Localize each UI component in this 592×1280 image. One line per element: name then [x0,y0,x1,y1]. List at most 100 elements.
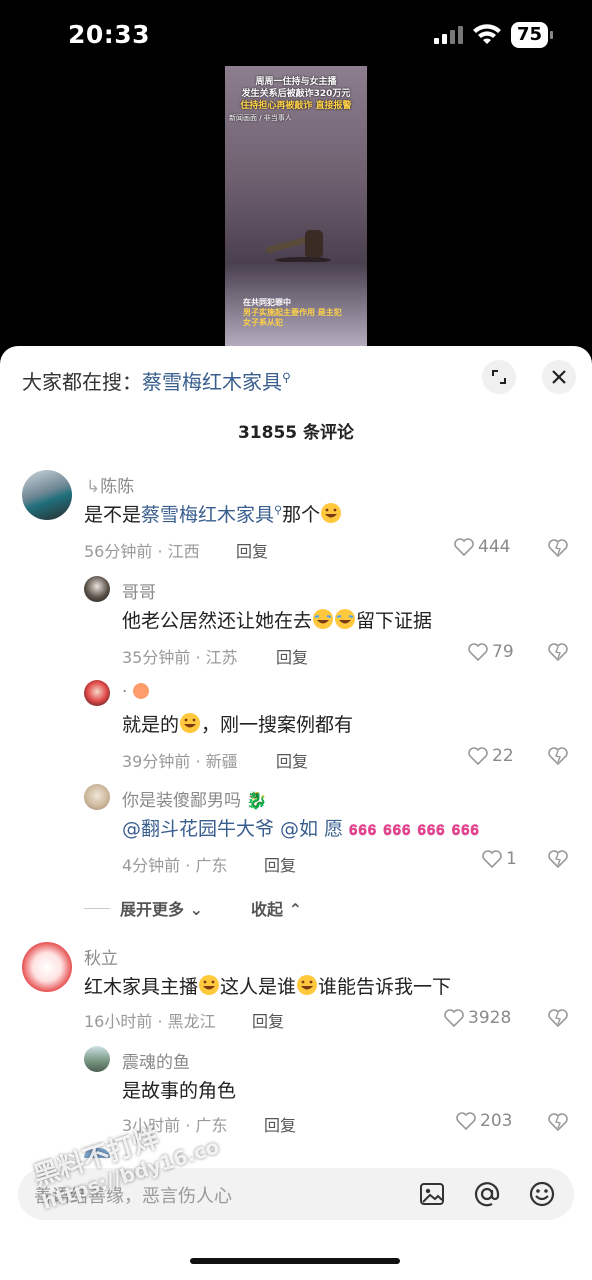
reply-button[interactable]: 回复 [236,538,268,562]
wifi-icon [472,24,501,44]
laugh-emoji-icon [198,974,220,996]
comment-meta: 3小时前 · 广东 [122,1116,228,1135]
comment-sheet: 大家都在搜：蔡雪梅红木家具⚲ 31855 条评论 ↳陈陈 是不是蔡雪梅红木家具⚲… [0,346,592,1280]
search-icon: ⚲ [282,370,291,385]
crying-laugh-emoji-icon [334,608,356,630]
heart-icon [468,747,488,765]
like-button[interactable]: 444 [454,537,510,557]
comment-text[interactable]: 是故事的角色 [122,1076,236,1103]
laugh-emoji-icon [296,974,318,996]
avatar[interactable] [22,942,72,992]
heart-icon [444,1009,464,1027]
at-mention-icon[interactable] [473,1180,501,1208]
expand-button[interactable] [482,360,516,394]
reply-arrow-icon: ↳ [86,477,101,497]
comment-text-part: ，刚一搜案例都有 [201,714,354,736]
dislike-icon[interactable] [548,1112,568,1132]
close-icon [552,370,566,384]
comment-text[interactable]: @翻斗花园牛大爷 @如 愿 𝟔𝟔𝟔 𝟔𝟔𝟔 𝟔𝟔𝟔 𝟔𝟔𝟔 [122,814,480,841]
avatar[interactable] [84,1148,110,1158]
avatar[interactable] [22,470,72,520]
comment-author-name[interactable]: 秋立 [84,944,118,969]
comment-text-part: 是不是 [84,504,142,526]
reply-button[interactable]: 回复 [276,748,308,772]
comment-author-name: 陈陈 [100,477,135,497]
comment-author-name: 你是装傻鄙男吗 [122,791,241,811]
like-button[interactable]: 79 [468,642,514,662]
peach-emoji-icon [132,683,149,699]
comment-count: 31855 条评论 [237,423,355,443]
laugh-emoji-icon [179,712,201,734]
comment-meta: 39分钟前 · 新疆 [122,752,238,771]
video-caption-line: 周周一住持与女主播 [255,77,337,87]
video-subtitle-line: 男子实施起主要作用 是主犯 [243,308,342,317]
dislike-icon[interactable] [548,538,568,558]
avatar[interactable] [84,1046,110,1072]
like-button[interactable]: 1 [482,849,517,869]
comment-input-placeholder: 善语结善缘，恶言伤人心 [34,1186,232,1207]
expand-more-button[interactable]: 展开更多 ⌄ [120,896,203,920]
dislike-icon[interactable] [548,642,568,662]
expand-collapse-row: 展开更多 ⌄ 收起 ⌃ [84,896,302,920]
search-suggestion-link[interactable]: 蔡雪梅红木家具 [142,370,282,394]
heart-icon [456,1112,476,1130]
video-subtitle: 在共同犯罪中 男子实施起主要作用 是主犯 女子系从犯 [243,298,342,328]
like-button[interactable]: 203 [456,1111,512,1131]
comment-text-part: 红木家具主播 [84,976,199,998]
comment-text-part: 他老公居然还让她在去 [122,610,313,632]
chevron-down-icon: ⌄ [189,900,203,919]
like-button[interactable]: 22 [468,746,514,766]
reply-button[interactable]: 回复 [276,644,308,668]
like-count: 1 [506,849,517,869]
video-player[interactable]: 周周一住持与女主播 发生关系后被敲诈320万元 住持担心再被敲诈 直接报警 新闻… [225,66,367,348]
avatar[interactable] [84,680,110,706]
dislike-icon[interactable] [548,746,568,766]
expand-icon [492,370,506,384]
comment-text[interactable]: 红木家具主播 这人是谁 谁能告诉我一下 [84,972,451,999]
reply-button[interactable]: 回复 [264,1112,296,1136]
laugh-emoji-icon [320,502,342,524]
comment-text[interactable]: 就是的 ，刚一搜案例都有 [122,710,353,737]
comment-author[interactable]: · [122,682,149,702]
like-count: 79 [492,642,514,662]
image-icon[interactable] [418,1180,446,1208]
collapse-label: 收起 [251,900,284,919]
comment-author-name[interactable]: 哥哥 [122,578,156,603]
avatar[interactable] [84,576,110,602]
home-indicator[interactable] [190,1258,400,1264]
comment-input[interactable]: 善语结善缘，恶言伤人心 [18,1168,574,1220]
dislike-icon[interactable] [548,1008,568,1028]
chevron-up-icon: ⌃ [288,900,302,919]
reply-button[interactable]: 回复 [264,852,296,876]
like-count: 203 [480,1111,513,1131]
reply-button[interactable]: 回复 [252,1008,284,1032]
video-caption-note: 新闻画面 / 非当事人 [229,114,292,122]
crying-laugh-emoji-icon [312,608,334,630]
comment-text[interactable]: 他老公居然还让她在去 留下证据 [122,606,432,633]
search-suggestion[interactable]: 大家都在搜：蔡雪梅红木家具⚲ [22,366,291,395]
collapse-button[interactable]: 收起 ⌃ [251,896,302,920]
status-icons: 75 [433,22,554,48]
comment-meta: 4分钟前 · 广东 [122,856,228,875]
comment-author[interactable]: ↳陈陈 [86,472,134,497]
heart-icon [482,850,502,868]
comment-mentions[interactable]: @翻斗花园牛大爷 @如 愿 [122,818,343,840]
signal-icon [433,26,463,44]
video-caption: 周周一住持与女主播 发生关系后被敲诈320万元 住持担心再被敲诈 直接报警 新闻… [225,76,367,124]
comment-text[interactable]: 是不是蔡雪梅红木家具⚲那个 [84,500,342,527]
comment-author-name[interactable]: 震魂的鱼 [122,1048,190,1073]
comment-text-part: 就是的 [122,714,180,736]
close-button[interactable] [542,360,576,394]
comment-text-part: 这人是谁 [220,976,297,998]
avatar[interactable] [84,784,110,810]
like-button[interactable]: 3928 [444,1008,511,1028]
dragon-emoji-icon: 🐉 [246,791,268,811]
like-count: 22 [492,746,514,766]
like-count: 444 [478,537,511,557]
comment-search-link[interactable]: 蔡雪梅红木家具 [141,504,274,526]
comment-meta: 16小时前 · 黑龙江 [84,1012,216,1031]
status-bar: 20:33 75 [0,0,592,66]
comment-author[interactable]: 你是装傻鄙男吗 🐉 [122,786,268,811]
dislike-icon[interactable] [548,849,568,869]
emoji-icon[interactable] [528,1180,556,1208]
